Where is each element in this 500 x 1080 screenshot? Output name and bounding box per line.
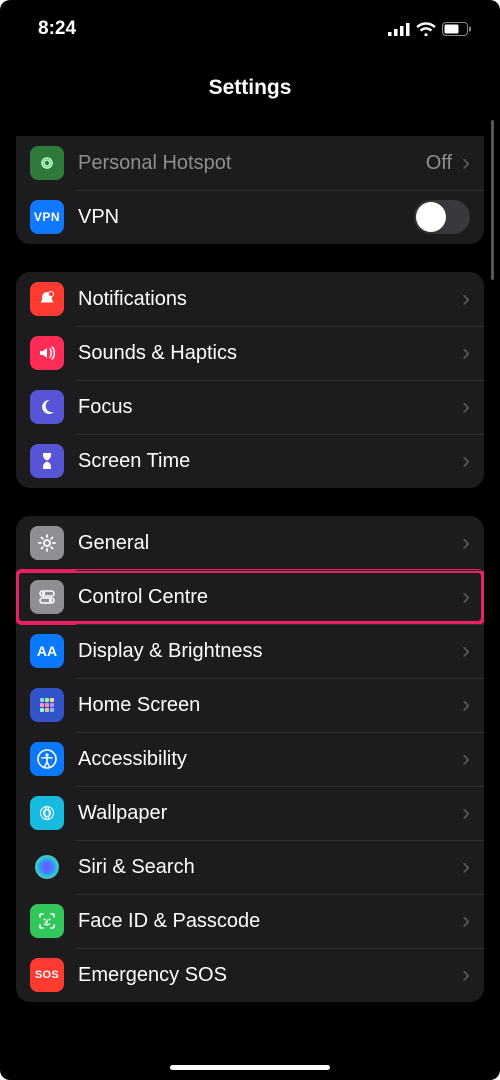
cellular-icon — [388, 23, 410, 36]
chevron-right-icon: › — [462, 909, 470, 933]
chevron-right-icon: › — [462, 585, 470, 609]
vpn-toggle[interactable] — [414, 200, 470, 234]
row-label: Display & Brightness — [78, 640, 462, 663]
row-label: Sounds & Haptics — [78, 342, 462, 365]
group-attention: Notifications › Sounds & Haptics › Focus… — [16, 272, 484, 488]
accessibility-icon — [30, 742, 64, 776]
row-label: Siri & Search — [78, 856, 462, 879]
row-emergency-sos[interactable]: SOS Emergency SOS › — [16, 948, 484, 1002]
row-label: Personal Hotspot — [78, 152, 426, 175]
battery-icon — [442, 22, 472, 36]
row-sounds-haptics[interactable]: Sounds & Haptics › — [16, 326, 484, 380]
row-label: Screen Time — [78, 450, 462, 473]
chevron-right-icon: › — [462, 287, 470, 311]
row-screen-time[interactable]: Screen Time › — [16, 434, 484, 488]
row-label: Control Centre — [78, 586, 462, 609]
vpn-icon: VPN — [30, 200, 64, 234]
row-siri-search[interactable]: Siri & Search › — [16, 840, 484, 894]
row-vpn[interactable]: VPN VPN — [16, 190, 484, 244]
status-bar: 8:24 — [0, 0, 500, 44]
row-general[interactable]: General › — [16, 516, 484, 570]
status-time: 8:24 — [38, 18, 76, 40]
row-wallpaper[interactable]: Wallpaper › — [16, 786, 484, 840]
notifications-icon — [30, 282, 64, 316]
chevron-right-icon: › — [462, 341, 470, 365]
chevron-right-icon: › — [462, 693, 470, 717]
display-icon: AA — [30, 634, 64, 668]
row-label: Home Screen — [78, 694, 462, 717]
home-screen-icon — [30, 688, 64, 722]
row-personal-hotspot[interactable]: Personal Hotspot Off › — [16, 136, 484, 190]
chevron-right-icon: › — [462, 801, 470, 825]
row-label: VPN — [78, 206, 414, 229]
row-accessibility[interactable]: Accessibility › — [16, 732, 484, 786]
siri-icon — [30, 850, 64, 884]
group-device: General › Control Centre › AA Display & … — [16, 516, 484, 1002]
row-label: Face ID & Passcode — [78, 910, 462, 933]
chevron-right-icon: › — [462, 151, 470, 175]
status-icons — [388, 22, 472, 36]
chevron-right-icon: › — [462, 963, 470, 987]
chevron-right-icon: › — [462, 855, 470, 879]
row-home-screen[interactable]: Home Screen › — [16, 678, 484, 732]
settings-list: Personal Hotspot Off › VPN VPN Notificat… — [0, 136, 500, 1002]
page-title: Settings — [0, 44, 500, 116]
general-icon — [30, 526, 64, 560]
row-label: Notifications — [78, 288, 462, 311]
screen-time-icon — [30, 444, 64, 478]
sounds-icon — [30, 336, 64, 370]
chevron-right-icon: › — [462, 449, 470, 473]
row-focus[interactable]: Focus › — [16, 380, 484, 434]
row-display-brightness[interactable]: AA Display & Brightness › — [16, 624, 484, 678]
phone-frame: 8:24 Settings Personal Hotspot Off › VPN — [0, 0, 500, 1080]
row-value: Off — [426, 152, 452, 175]
hotspot-icon — [30, 146, 64, 180]
sos-badge-text: SOS — [35, 969, 59, 981]
row-label: Wallpaper — [78, 802, 462, 825]
control-centre-icon — [30, 580, 64, 614]
row-label: Accessibility — [78, 748, 462, 771]
row-label: Emergency SOS — [78, 964, 462, 987]
sos-icon: SOS — [30, 958, 64, 992]
row-faceid-passcode[interactable]: Face ID & Passcode › — [16, 894, 484, 948]
chevron-right-icon: › — [462, 395, 470, 419]
toggle-knob — [416, 202, 446, 232]
row-control-centre[interactable]: Control Centre › — [16, 570, 484, 624]
wifi-icon — [416, 22, 436, 36]
chevron-right-icon: › — [462, 747, 470, 771]
row-label: Focus — [78, 396, 462, 419]
row-label: General — [78, 532, 462, 555]
aa-text: AA — [37, 643, 57, 659]
focus-icon — [30, 390, 64, 424]
faceid-icon — [30, 904, 64, 938]
row-notifications[interactable]: Notifications › — [16, 272, 484, 326]
wallpaper-icon — [30, 796, 64, 830]
group-connectivity: Personal Hotspot Off › VPN VPN — [16, 136, 484, 244]
chevron-right-icon: › — [462, 639, 470, 663]
scrollbar[interactable] — [491, 120, 494, 280]
chevron-right-icon: › — [462, 531, 470, 555]
home-indicator[interactable] — [170, 1065, 330, 1070]
vpn-badge-text: VPN — [34, 210, 60, 224]
